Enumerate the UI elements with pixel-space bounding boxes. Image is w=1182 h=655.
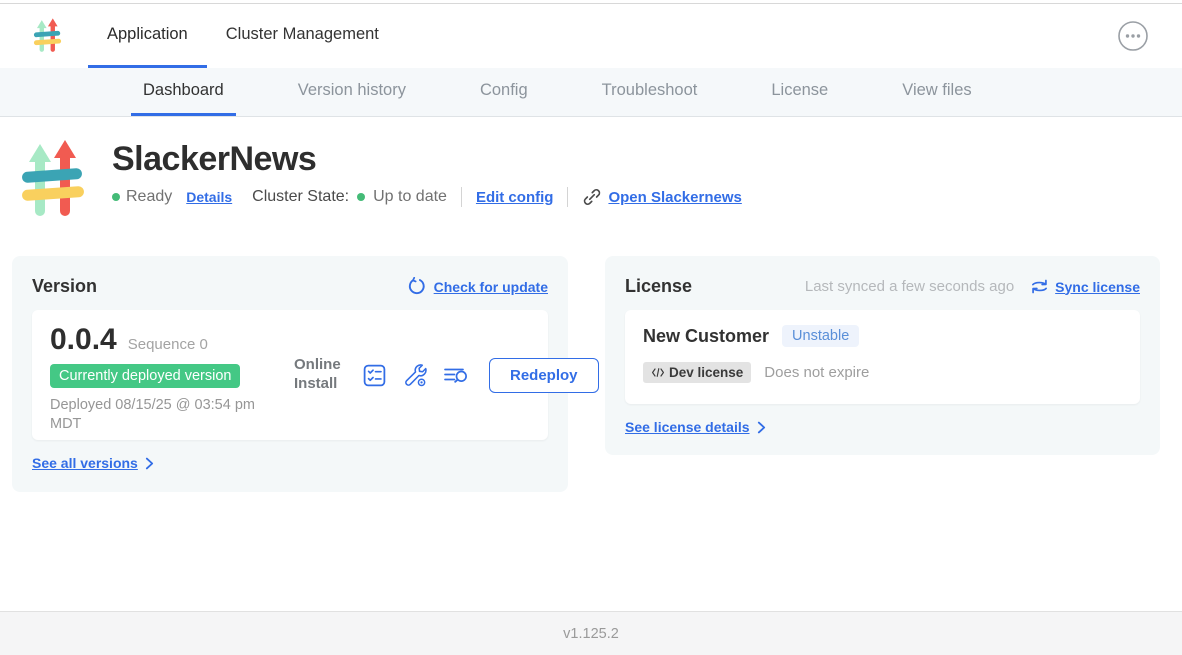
expiry-text: Does not expire <box>764 364 869 381</box>
refresh-icon <box>407 277 426 296</box>
version-line: 0.0.4 Sequence 0 <box>50 323 282 357</box>
tab-view-files-label: View files <box>902 81 971 100</box>
edit-config-button[interactable] <box>402 362 428 388</box>
open-app-link-label: Open Slackernews <box>608 189 741 206</box>
license-card: License Last synced a few seconds ago Sy… <box>605 256 1160 455</box>
tab-dashboard[interactable]: Dashboard <box>131 68 236 116</box>
sequence-label: Sequence 0 <box>128 336 208 353</box>
more-menu-button[interactable] <box>1117 20 1149 52</box>
details-link[interactable]: Details <box>186 189 232 205</box>
version-actions: Online Install <box>294 323 599 427</box>
see-all-versions-link[interactable]: See all versions <box>32 455 154 471</box>
file-search-icon <box>443 363 469 388</box>
tab-application-label: Application <box>107 25 188 44</box>
ellipsis-icon <box>1117 20 1149 52</box>
console-version: v1.125.2 <box>563 626 619 642</box>
customer-row: New Customer Unstable <box>643 325 1122 347</box>
app-header: SlackerNews Ready Details Cluster State:… <box>20 138 742 222</box>
page-title: SlackerNews <box>112 138 742 180</box>
deployed-status-badge: Currently deployed version <box>50 364 240 388</box>
tab-cluster-management-label: Cluster Management <box>226 25 379 44</box>
checklist-icon <box>362 363 387 388</box>
open-app-link[interactable]: Open Slackernews <box>582 187 741 207</box>
license-card-title: License <box>625 276 692 297</box>
tab-version-history-label: Version history <box>298 81 406 100</box>
cluster-state-value: Up to date <box>373 188 447 206</box>
code-brackets-icon <box>651 367 665 378</box>
chain-link-icon <box>582 187 602 207</box>
see-license-details-label: See license details <box>625 419 750 435</box>
tab-cluster-management[interactable]: Cluster Management <box>207 4 398 68</box>
cluster-state-label: Cluster State: <box>252 188 349 206</box>
check-for-update-label: Check for update <box>434 279 548 295</box>
deployed-timestamp: Deployed 08/15/25 @ 03:54 pm MDT <box>50 396 262 434</box>
see-all-versions-label: See all versions <box>32 455 138 471</box>
license-type-row: Dev license Does not expire <box>643 362 1122 383</box>
preflight-checks-button[interactable] <box>361 362 387 388</box>
app-status-text: Ready <box>126 188 172 206</box>
version-card-title: Version <box>32 276 97 297</box>
version-info: 0.0.4 Sequence 0 Currently deployed vers… <box>50 323 282 427</box>
redeploy-button[interactable]: Redeploy <box>489 358 599 393</box>
tab-license-label: License <box>771 81 828 100</box>
install-type-label: Online Install <box>294 356 346 394</box>
version-card-header: Version Check for update <box>32 276 548 297</box>
sync-license-link[interactable]: Sync license <box>1030 278 1140 295</box>
sync-license-label: Sync license <box>1055 279 1140 295</box>
edit-config-link[interactable]: Edit config <box>476 189 554 206</box>
version-number: 0.0.4 <box>50 323 117 357</box>
customer-name: New Customer <box>643 326 769 347</box>
tab-view-files[interactable]: View files <box>890 68 983 116</box>
license-info-panel: New Customer Unstable Dev license Does n… <box>625 310 1140 404</box>
divider <box>461 187 462 207</box>
tab-config-label: Config <box>480 81 528 100</box>
tab-dashboard-label: Dashboard <box>143 81 224 100</box>
top-navbar: Application Cluster Management <box>0 4 1182 68</box>
see-license-details-link[interactable]: See license details <box>625 419 766 435</box>
app-subnav: Dashboard Version history Config Trouble… <box>0 68 1182 117</box>
view-diff-button[interactable] <box>443 362 469 388</box>
last-synced-text: Last synced a few seconds ago <box>805 278 1014 295</box>
app-status-dot <box>112 193 120 201</box>
chevron-right-icon <box>145 457 154 470</box>
version-card: Version Check for update 0.0.4 Sequence … <box>12 256 568 492</box>
tab-config[interactable]: Config <box>468 68 540 116</box>
app-logo-large-icon <box>20 138 86 222</box>
app-logo-icon[interactable] <box>33 16 62 56</box>
app-header-text: SlackerNews Ready Details Cluster State:… <box>112 138 742 222</box>
license-card-header: License Last synced a few seconds ago Sy… <box>625 276 1140 297</box>
license-sync-area: Last synced a few seconds ago Sync licen… <box>805 278 1140 295</box>
tab-license[interactable]: License <box>759 68 840 116</box>
license-type-label: Dev license <box>669 365 743 380</box>
wrench-gear-icon <box>403 363 428 388</box>
tab-application[interactable]: Application <box>88 4 207 68</box>
current-version-panel: 0.0.4 Sequence 0 Currently deployed vers… <box>32 310 548 440</box>
topnav-tabs: Application Cluster Management <box>88 4 398 68</box>
chevron-right-icon <box>757 421 766 434</box>
sync-arrows-icon <box>1030 278 1049 295</box>
check-for-update-link[interactable]: Check for update <box>407 277 548 296</box>
console-footer: v1.125.2 <box>0 611 1182 655</box>
channel-badge: Unstable <box>782 325 859 347</box>
tab-version-history[interactable]: Version history <box>286 68 418 116</box>
license-type-badge: Dev license <box>643 362 751 383</box>
divider <box>567 187 568 207</box>
tab-troubleshoot-label: Troubleshoot <box>602 81 698 100</box>
cluster-state-dot <box>357 193 365 201</box>
app-status-row: Ready Details Cluster State: Up to date … <box>112 187 742 207</box>
tab-troubleshoot[interactable]: Troubleshoot <box>590 68 710 116</box>
